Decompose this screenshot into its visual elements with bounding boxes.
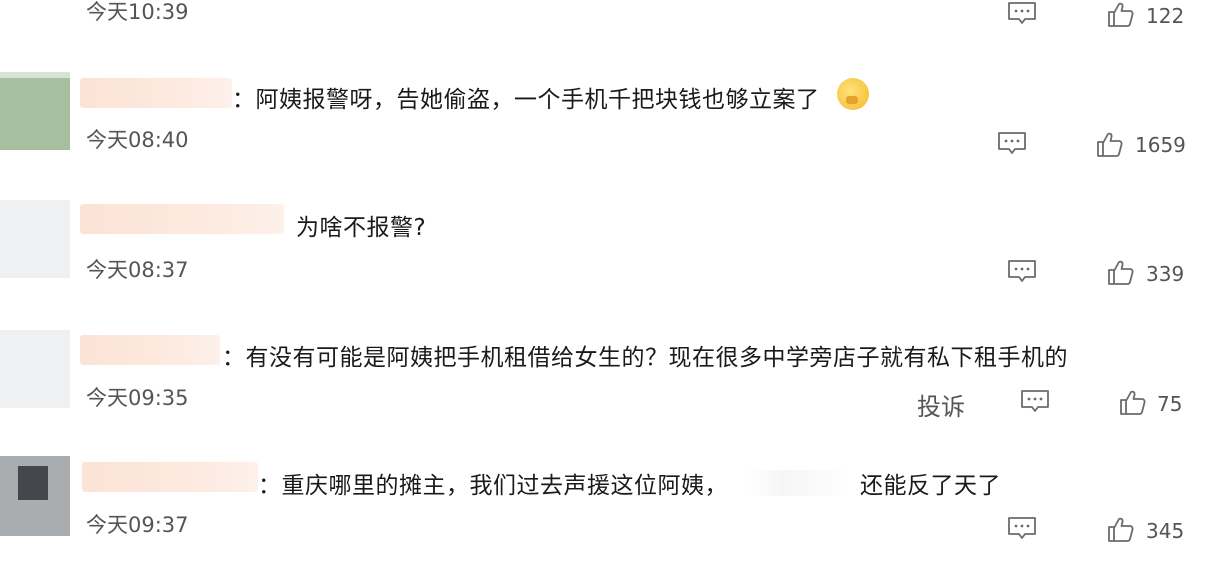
username-blurred[interactable] [80, 78, 232, 108]
comment-time: 今天09:35 [86, 386, 189, 410]
like-count: 339 [1146, 262, 1185, 286]
report-link[interactable]: 投诉 [917, 387, 965, 422]
comment-time: 今天08:37 [86, 258, 189, 282]
comment-text: 为啥不报警? [296, 215, 427, 241]
like-count: 1659 [1135, 133, 1186, 157]
username-blurred[interactable] [80, 335, 220, 365]
avatar[interactable] [0, 456, 70, 536]
avatar[interactable] [0, 200, 70, 278]
like-count: 345 [1146, 519, 1185, 543]
like-count: 75 [1157, 392, 1183, 416]
comment-bubble-icon[interactable] [1007, 259, 1037, 283]
thumbs-up-icon[interactable] [1107, 258, 1135, 286]
comment-text: ：有没有可能是阿姨把手机租借给女生的？现在很多中学旁店子就有私下租手机的 [222, 345, 1068, 371]
comment-text-tail: 还能反了天了 [860, 473, 1001, 499]
redacted-text [742, 470, 852, 496]
thumbs-up-icon[interactable] [1107, 0, 1135, 28]
thumbs-up-icon[interactable] [1119, 388, 1147, 416]
username-blurred[interactable] [80, 204, 284, 234]
comment-bubble-icon[interactable] [997, 131, 1027, 155]
comment-time: 今天08:40 [86, 128, 189, 152]
thumbs-up-icon[interactable] [1096, 130, 1124, 158]
comment-bubble-icon[interactable] [1007, 1, 1037, 25]
avatar[interactable] [0, 72, 70, 150]
like-count: 122 [1146, 4, 1185, 28]
comment-text: ：阿姨报警呀，告她偷盗，一个手机千把块钱也够立案了 [232, 87, 820, 113]
avatar[interactable] [0, 330, 70, 408]
thumbs-up-icon[interactable] [1107, 515, 1135, 543]
username-blurred[interactable] [82, 462, 258, 492]
comment-bubble-icon[interactable] [1020, 389, 1050, 413]
shush-face-emoji [837, 78, 869, 110]
comment-text: ：重庆哪里的摊主，我们过去声援这位阿姨， [258, 473, 728, 499]
comment-time: 今天10:39 [86, 0, 189, 24]
comment-time: 今天09:37 [86, 513, 189, 537]
comment-bubble-icon[interactable] [1007, 516, 1037, 540]
